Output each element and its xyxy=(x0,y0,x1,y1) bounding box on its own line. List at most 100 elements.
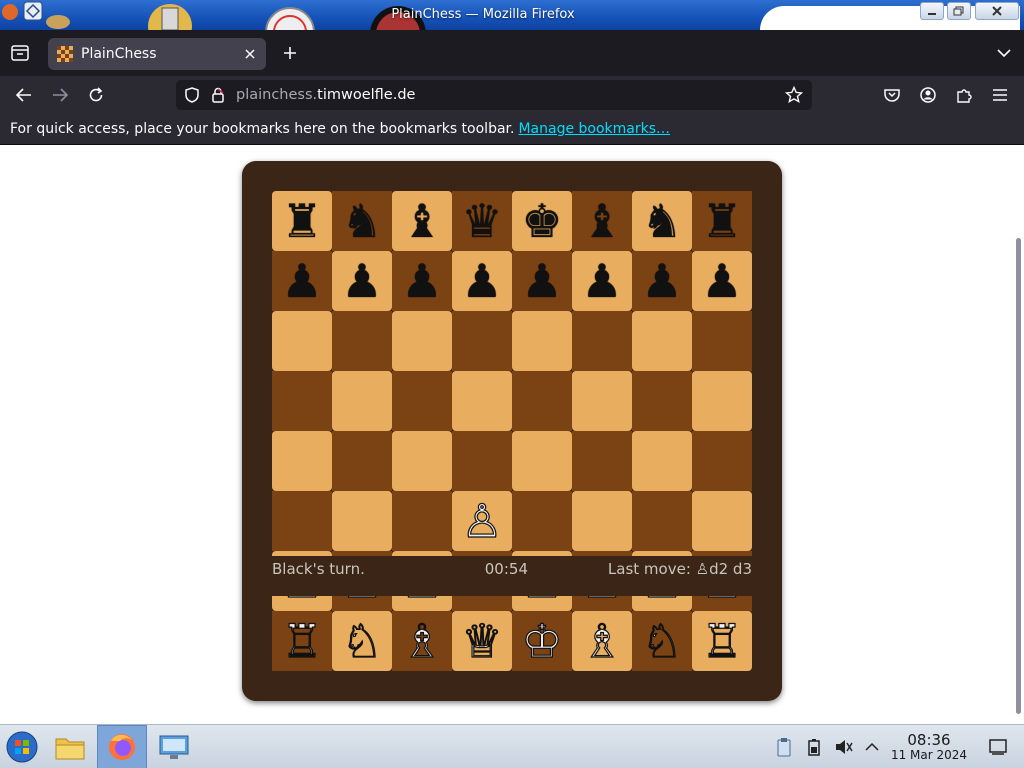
square-c1[interactable]: ♗ xyxy=(392,611,452,671)
square-c5[interactable] xyxy=(392,371,452,431)
tray-volume[interactable] xyxy=(832,725,856,768)
square-h5[interactable] xyxy=(692,371,752,431)
app-menu-button[interactable] xyxy=(988,84,1012,106)
chess-piece[interactable]: ♟ xyxy=(581,258,622,304)
square-f7[interactable]: ♟ xyxy=(572,251,632,311)
clock-date[interactable]: 11 Mar 2024 xyxy=(890,748,968,762)
tracking-protection-button[interactable] xyxy=(178,81,206,109)
square-f6[interactable] xyxy=(572,311,632,371)
pocket-button[interactable] xyxy=(880,84,904,106)
square-a7[interactable]: ♟ xyxy=(272,251,332,311)
square-g7[interactable]: ♟ xyxy=(632,251,692,311)
account-button[interactable] xyxy=(916,84,940,106)
square-b3[interactable] xyxy=(332,491,392,551)
new-tab-button[interactable] xyxy=(278,40,302,66)
square-e7[interactable]: ♟ xyxy=(512,251,572,311)
taskbar-firefox[interactable] xyxy=(97,725,147,768)
square-f5[interactable] xyxy=(572,371,632,431)
chess-piece[interactable]: ♙ xyxy=(461,497,503,544)
taskbar-file-manager[interactable] xyxy=(48,725,92,768)
square-b1[interactable]: ♘ xyxy=(332,611,392,671)
square-e4[interactable] xyxy=(512,431,572,491)
square-b6[interactable] xyxy=(332,311,392,371)
square-b8[interactable]: ♞ xyxy=(332,191,392,251)
square-g8[interactable]: ♞ xyxy=(632,191,692,251)
square-d3[interactable]: ♙ xyxy=(452,491,512,551)
square-h7[interactable]: ♟ xyxy=(692,251,752,311)
square-c3[interactable] xyxy=(392,491,452,551)
chess-piece[interactable]: ♘ xyxy=(641,617,683,664)
chess-piece[interactable]: ♘ xyxy=(341,617,383,664)
chess-piece[interactable]: ♕ xyxy=(461,617,503,664)
square-c4[interactable] xyxy=(392,431,452,491)
list-all-tabs-button[interactable] xyxy=(992,42,1016,64)
chess-piece[interactable]: ♖ xyxy=(701,617,743,664)
square-h3[interactable] xyxy=(692,491,752,551)
square-h1[interactable]: ♖ xyxy=(692,611,752,671)
chess-piece[interactable]: ♟ xyxy=(701,258,742,304)
square-h6[interactable] xyxy=(692,311,752,371)
square-a4[interactable] xyxy=(272,431,332,491)
taskbar-control-panel[interactable] xyxy=(152,725,196,768)
square-b4[interactable] xyxy=(332,431,392,491)
chess-piece[interactable]: ♞ xyxy=(341,198,382,244)
square-e6[interactable] xyxy=(512,311,572,371)
square-d8[interactable]: ♛ xyxy=(452,191,512,251)
bookmark-page-button[interactable] xyxy=(782,83,806,107)
minimize-button[interactable] xyxy=(920,2,944,20)
chess-piece[interactable]: ♟ xyxy=(521,258,562,304)
square-a3[interactable] xyxy=(272,491,332,551)
chess-piece[interactable]: ♞ xyxy=(641,198,682,244)
close-tab-button[interactable] xyxy=(238,42,262,66)
square-b5[interactable] xyxy=(332,371,392,431)
reload-button[interactable] xyxy=(84,84,108,106)
square-g6[interactable] xyxy=(632,311,692,371)
chess-piece[interactable]: ♟ xyxy=(341,258,382,304)
tab-plainchess[interactable]: PlainChess xyxy=(48,38,266,70)
scrollbar-thumb[interactable] xyxy=(1016,238,1021,714)
chess-piece[interactable]: ♛ xyxy=(461,198,502,244)
square-d1[interactable]: ♕ xyxy=(452,611,512,671)
chess-piece[interactable]: ♟ xyxy=(641,258,682,304)
chess-piece[interactable]: ♗ xyxy=(401,617,443,664)
maximize-button[interactable] xyxy=(947,2,971,20)
square-e3[interactable] xyxy=(512,491,572,551)
square-h8[interactable]: ♜ xyxy=(692,191,752,251)
chess-piece[interactable]: ♟ xyxy=(461,258,502,304)
square-g3[interactable] xyxy=(632,491,692,551)
tray-battery[interactable] xyxy=(802,725,826,768)
square-b7[interactable]: ♟ xyxy=(332,251,392,311)
chess-piece[interactable]: ♜ xyxy=(281,198,322,244)
clock-time[interactable]: 08:36 xyxy=(898,731,960,749)
square-g4[interactable] xyxy=(632,431,692,491)
chess-piece[interactable]: ♝ xyxy=(401,198,442,244)
tray-clipboard[interactable] xyxy=(772,725,796,768)
chess-piece[interactable]: ♝ xyxy=(581,198,622,244)
tray-expand-button[interactable] xyxy=(860,725,884,768)
square-f8[interactable]: ♝ xyxy=(572,191,632,251)
square-e1[interactable]: ♔ xyxy=(512,611,572,671)
square-g1[interactable]: ♘ xyxy=(632,611,692,671)
firefox-view-button[interactable] xyxy=(8,42,32,64)
square-c8[interactable]: ♝ xyxy=(392,191,452,251)
square-f1[interactable]: ♗ xyxy=(572,611,632,671)
square-a6[interactable] xyxy=(272,311,332,371)
chess-piece[interactable]: ♟ xyxy=(401,258,442,304)
square-f3[interactable] xyxy=(572,491,632,551)
square-d7[interactable]: ♟ xyxy=(452,251,512,311)
forward-button[interactable] xyxy=(48,84,72,106)
chess-piece[interactable]: ♔ xyxy=(521,617,563,664)
chess-piece[interactable]: ♚ xyxy=(521,198,562,244)
chess-piece[interactable]: ♜ xyxy=(701,198,742,244)
chess-piece[interactable]: ♖ xyxy=(281,617,323,664)
show-desktop-button[interactable] xyxy=(986,725,1010,768)
square-d6[interactable] xyxy=(452,311,512,371)
extensions-button[interactable] xyxy=(952,84,976,106)
square-f4[interactable] xyxy=(572,431,632,491)
address-bar[interactable]: plainchess.timwoelfle.de xyxy=(176,80,812,110)
site-security-button[interactable] xyxy=(206,81,230,109)
chess-piece[interactable]: ♗ xyxy=(581,617,623,664)
square-e8[interactable]: ♚ xyxy=(512,191,572,251)
close-window-button[interactable] xyxy=(975,2,1019,20)
square-d4[interactable] xyxy=(452,431,512,491)
